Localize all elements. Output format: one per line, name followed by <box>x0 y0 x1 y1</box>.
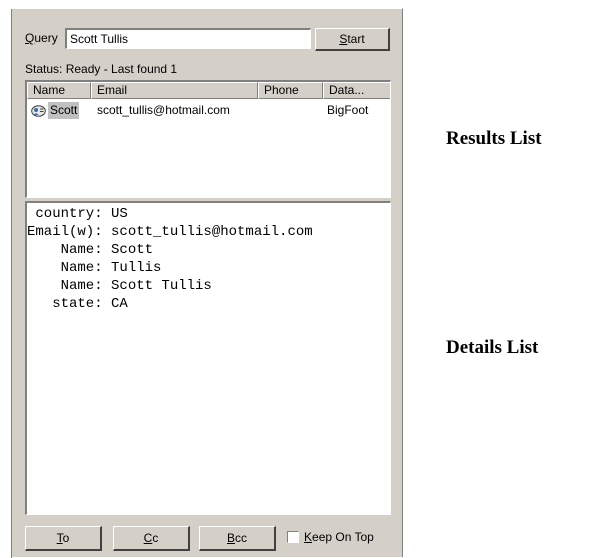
query-label-accesskey: Q <box>25 31 35 45</box>
details-line: state: CA <box>27 296 128 312</box>
details-list[interactable]: country: US Email(w): scott_tullis@hotma… <box>25 201 391 515</box>
start-button-label: tart <box>347 32 365 46</box>
bcc-button-label: cc <box>235 531 247 545</box>
bcc-button-accesskey: B <box>226 531 235 545</box>
result-name-cell: Scott <box>31 102 80 119</box>
details-line: Name: Scott Tullis <box>27 278 212 294</box>
cc-button-label: c <box>152 531 159 545</box>
search-window: Query Scott Tullis Start Status: Ready -… <box>10 8 403 558</box>
status-text: Status: Ready - Last found 1 <box>25 62 178 76</box>
column-header-data[interactable]: Data... <box>323 82 390 99</box>
keep-on-top-checkbox[interactable]: Keep On Top <box>287 530 374 544</box>
to-button-label: o <box>62 531 70 545</box>
query-label-text: uery <box>34 31 58 45</box>
bcc-button[interactable]: Bcc <box>199 526 276 551</box>
result-data-source: BigFoot <box>327 103 369 117</box>
details-line: Email(w): scott_tullis@hotmail.com <box>27 224 313 240</box>
results-list-callout: Results List <box>446 128 542 149</box>
checkbox-box[interactable] <box>287 531 299 543</box>
column-header-phone[interactable]: Phone <box>258 82 323 99</box>
result-name: Scott <box>48 102 80 119</box>
results-list[interactable]: Name Email Phone Data... Scott scott_tul… <box>25 80 391 198</box>
keep-on-top-label: eep On Top <box>312 530 374 544</box>
result-row[interactable]: Scott scott_tullis@hotmail.com BigFoot <box>27 102 390 119</box>
cc-button[interactable]: Cc <box>113 526 190 551</box>
keep-on-top-accesskey: K <box>304 530 313 544</box>
to-button[interactable]: To <box>25 526 102 551</box>
window-edge <box>11 9 17 558</box>
query-label: Query <box>25 31 58 45</box>
details-line: Name: Tullis <box>27 260 162 276</box>
start-button[interactable]: Start <box>315 28 390 51</box>
result-email: scott_tullis@hotmail.com <box>97 103 230 117</box>
details-line: Name: Scott <box>27 242 154 258</box>
column-header-email[interactable]: Email <box>91 82 258 99</box>
column-header-name[interactable]: Name <box>27 82 91 99</box>
query-input[interactable]: Scott Tullis <box>65 28 311 49</box>
details-line: country: US <box>27 206 128 222</box>
person-card-icon <box>31 105 46 117</box>
details-list-callout: Details List <box>446 337 539 358</box>
